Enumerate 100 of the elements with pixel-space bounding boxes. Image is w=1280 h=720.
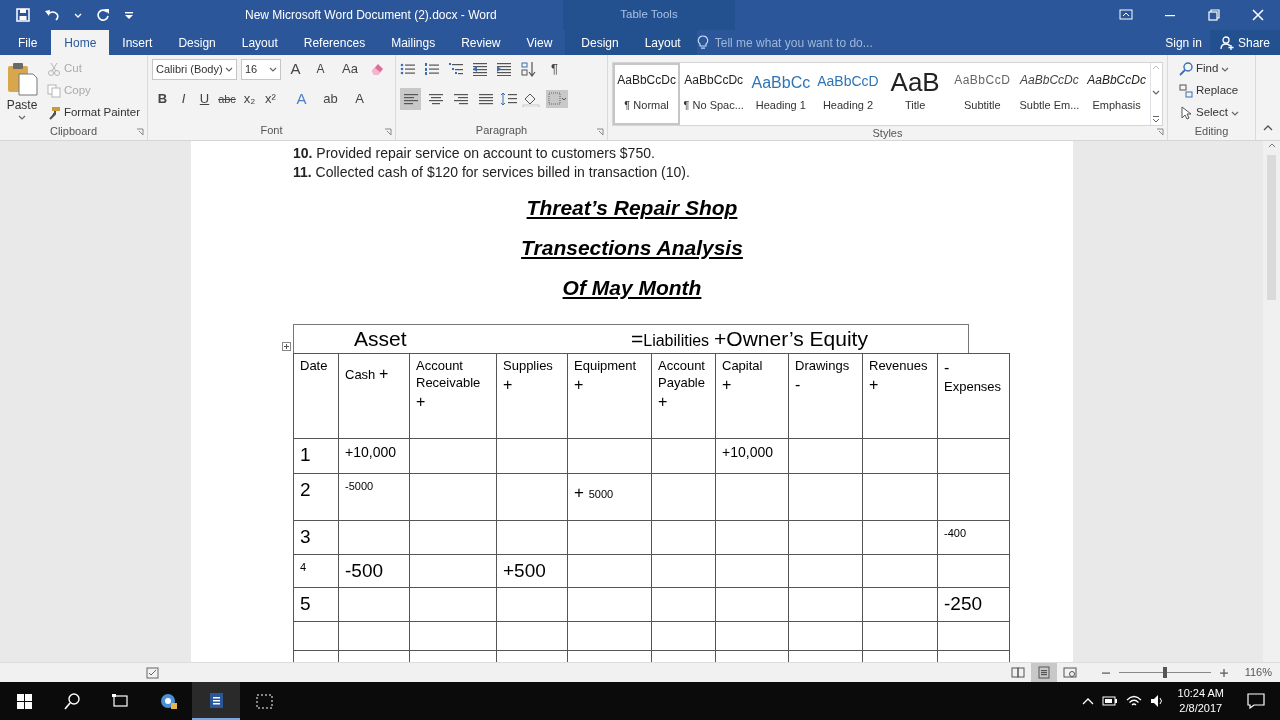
- caret-up-icon[interactable]: [1266, 141, 1277, 149]
- restore-icon[interactable]: [1207, 8, 1221, 22]
- subscript-button[interactable]: x₂: [239, 88, 260, 110]
- collapse-ribbon-icon[interactable]: [1263, 124, 1273, 132]
- increase-indent-icon[interactable]: [496, 62, 512, 76]
- ribbon-tab[interactable]: Layout: [228, 30, 291, 55]
- find-button[interactable]: Find: [1176, 58, 1251, 80]
- zoom-in-icon[interactable]: [1218, 667, 1229, 678]
- underline-button[interactable]: U: [194, 88, 215, 110]
- sort-icon[interactable]: [520, 61, 536, 77]
- column-header: Equipment +: [574, 358, 638, 395]
- ribbon-tab[interactable]: Mailings: [378, 30, 449, 55]
- show-marks-button[interactable]: ¶: [544, 58, 565, 80]
- caret-icon[interactable]: [74, 11, 82, 19]
- style-item[interactable]: AaBbCcDc Subtle Em...: [1015, 63, 1083, 125]
- list-item: 10. Provided repair service on account to customers $750.: [293, 144, 656, 163]
- ribbon-tab[interactable]: Review: [448, 30, 514, 55]
- zoom-level[interactable]: 116%: [1244, 664, 1272, 681]
- table-cell-text: 4: [300, 560, 307, 573]
- list-item: 11. Collected cash of $120 for services billed in transaction (10).: [293, 163, 691, 182]
- notification-icon[interactable]: [1247, 693, 1265, 709]
- group-label: Clipboard: [48, 124, 99, 139]
- gallery-scroll[interactable]: [1150, 63, 1162, 125]
- shrink-font-button[interactable]: A: [310, 58, 331, 80]
- bold-button[interactable]: B: [152, 88, 173, 110]
- search-icon[interactable]: [62, 691, 82, 711]
- table-cell-text: 2: [300, 479, 311, 500]
- clipboard-command[interactable]: Format Painter: [43, 102, 143, 124]
- dialog-launcher-icon[interactable]: [596, 128, 604, 136]
- select-button[interactable]: Select: [1176, 102, 1251, 124]
- wifi-icon[interactable]: [1125, 694, 1142, 708]
- grow-font-button[interactable]: A: [285, 58, 306, 80]
- font-color-button[interactable]: A: [349, 88, 370, 110]
- ribbon-tab[interactable]: Insert: [109, 30, 166, 55]
- table-move-icon[interactable]: [282, 342, 291, 351]
- ribbon-tab[interactable]: Design: [165, 30, 229, 55]
- caret-down-icon[interactable]: [1151, 89, 1162, 97]
- bullets-icon[interactable]: [400, 62, 416, 76]
- dialog-launcher-icon[interactable]: [384, 128, 392, 136]
- font-size-field[interactable]: 16: [241, 58, 281, 80]
- decrease-indent-icon[interactable]: [472, 62, 488, 76]
- copy-icon: [46, 84, 61, 98]
- style-item[interactable]: AaBbCc Heading 1: [747, 63, 815, 125]
- tell-me-field[interactable]: Tell me what you want to do...: [712, 32, 913, 53]
- text-effects-button[interactable]: A: [291, 88, 312, 110]
- ribbon-options-icon[interactable]: [1119, 8, 1133, 22]
- redo-icon[interactable]: [96, 8, 110, 22]
- ribbon-tab[interactable]: Design: [568, 30, 632, 55]
- caret-icon: [17, 114, 26, 120]
- table-cell-text: -250: [944, 593, 983, 615]
- ribbon-tab[interactable]: View: [513, 30, 566, 55]
- style-item[interactable]: AaBbCcDc ¶ No Spac...: [680, 63, 748, 125]
- column-header: Account Receivable +: [416, 358, 482, 412]
- style-item[interactable]: AaBbCcDc ¶ Normal: [613, 63, 681, 125]
- superscript-button[interactable]: x²: [260, 88, 281, 110]
- style-item[interactable]: AaBbCcD Heading 2: [814, 63, 882, 125]
- more-icon[interactable]: [1151, 115, 1162, 125]
- align-left-button[interactable]: [400, 88, 421, 110]
- italic-button[interactable]: I: [173, 88, 194, 110]
- battery-icon[interactable]: [1101, 695, 1118, 707]
- proofing-icon[interactable]: [146, 666, 160, 679]
- align-right-icon: [452, 93, 469, 105]
- sign-in-link[interactable]: Sign in: [1157, 33, 1210, 52]
- ribbon-tab[interactable]: Home: [51, 30, 110, 55]
- caret-icon: [225, 66, 233, 72]
- font-name-field[interactable]: Calibri (Body): [152, 58, 237, 80]
- customize-icon[interactable]: [124, 10, 134, 20]
- numbering-icon[interactable]: [424, 62, 440, 76]
- slider-thumb[interactable]: [1162, 666, 1167, 678]
- style-item[interactable]: AaB Title: [881, 63, 949, 125]
- strikethrough-button[interactable]: abc: [215, 88, 239, 110]
- dialog-launcher-icon[interactable]: [136, 128, 144, 136]
- change-case-button[interactable]: Aa: [335, 58, 365, 80]
- windows-icon[interactable]: [14, 691, 34, 711]
- dialog-launcher-icon[interactable]: [1156, 128, 1164, 136]
- align-justify-icon: [477, 93, 494, 105]
- replace-button[interactable]: Replace: [1176, 80, 1251, 102]
- caret-icon: [1230, 110, 1239, 116]
- line-spacing-icon[interactable]: [500, 92, 518, 106]
- highlight-button[interactable]: ab: [320, 88, 341, 110]
- style-item[interactable]: AaBbCcDc Emphasis: [1083, 63, 1151, 125]
- multilevel-list-icon[interactable]: [448, 62, 464, 76]
- scrollbar[interactable]: [1263, 141, 1280, 662]
- ribbon-tab[interactable]: References: [290, 30, 379, 55]
- save-icon[interactable]: [16, 8, 30, 22]
- shading-icon[interactable]: [522, 91, 542, 107]
- close-icon[interactable]: [1251, 8, 1265, 22]
- undo-icon[interactable]: [44, 8, 60, 22]
- print-view-button[interactable]: [1030, 663, 1057, 682]
- app-icon[interactable]: [158, 691, 178, 711]
- selection-icon[interactable]: [254, 691, 274, 711]
- clock[interactable]: 10:24 AM 2/8/2017: [1169, 686, 1232, 716]
- table-cell-text: 1: [300, 444, 311, 465]
- chevron-up-icon[interactable]: [1081, 697, 1094, 705]
- ribbon-tab[interactable]: File: [0, 30, 52, 55]
- share-button[interactable]: Share: [1209, 30, 1280, 55]
- paste-button[interactable]: Paste: [4, 58, 40, 124]
- style-item[interactable]: AaBbCcD Subtitle: [948, 63, 1016, 125]
- ribbon-tab[interactable]: Layout: [631, 30, 694, 55]
- eraser-icon[interactable]: [369, 61, 385, 77]
